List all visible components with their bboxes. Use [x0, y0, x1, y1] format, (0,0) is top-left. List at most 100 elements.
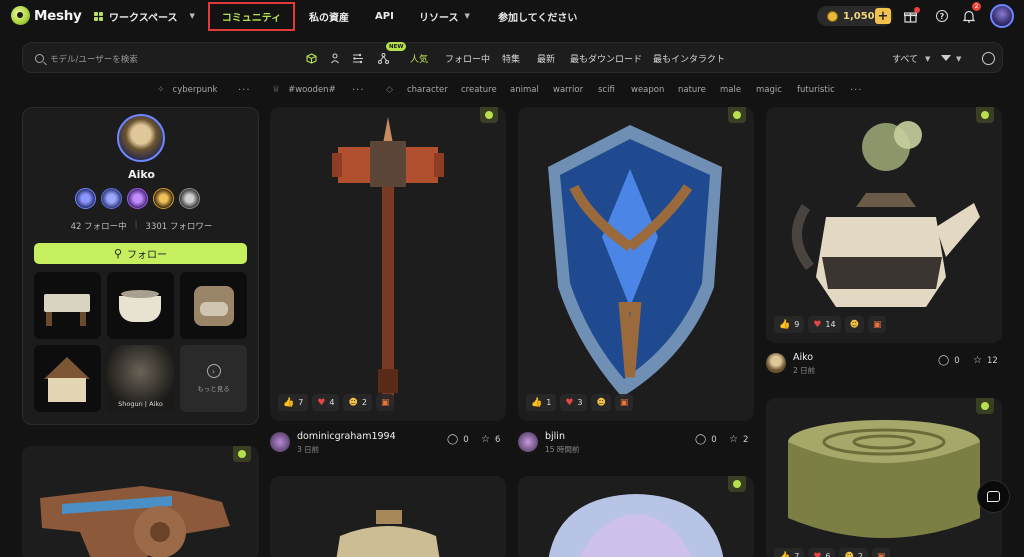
profile-name[interactable]: Aiko [23, 168, 260, 181]
gift-reaction-button[interactable]: ▣ [871, 548, 891, 557]
model-preview[interactable] [518, 107, 754, 421]
nav-api[interactable]: API [375, 0, 394, 32]
model-card[interactable] [518, 476, 754, 557]
nav-resources[interactable]: リソース ▼ [419, 0, 470, 32]
model-preview[interactable] [270, 107, 506, 421]
refresh-icon[interactable] [982, 52, 995, 65]
tab-most-interacted[interactable]: 最もインタラクト [653, 43, 725, 74]
model-card[interactable]: 👍 7 ♥ 6 ☻ 2 ▣ [766, 398, 1002, 557]
model-filter-cube-icon[interactable] [305, 52, 318, 65]
model-preview[interactable] [518, 476, 754, 557]
model-thumbnail[interactable] [34, 345, 101, 412]
tag-item[interactable]: #wooden# [288, 85, 336, 95]
see-more-button[interactable]: › もっと見る [180, 345, 247, 412]
smile-reaction-button[interactable]: ☻ [591, 394, 611, 411]
gift-reaction-button[interactable]: ▣ [375, 394, 395, 411]
tag-item[interactable]: futuristic [797, 82, 835, 98]
model-card[interactable] [22, 446, 259, 557]
comment-stat[interactable]: ◯ 0 [447, 434, 469, 445]
rigging-filter-icon[interactable] [351, 52, 364, 65]
smile-reaction-button[interactable]: ☻ [844, 316, 864, 333]
like-reaction-button[interactable]: 👍 9 [774, 316, 805, 333]
gift-reaction-button[interactable]: ▣ [614, 394, 634, 411]
profile-avatar[interactable] [117, 114, 165, 162]
comment-stat[interactable]: ◯ 0 [938, 355, 960, 366]
like-reaction-button[interactable]: 👍 7 [774, 548, 805, 557]
model-preview[interactable] [766, 107, 1002, 343]
chevron-right-icon: › [206, 364, 221, 378]
model-thumbnail[interactable] [180, 272, 247, 339]
tag-item[interactable]: magic [756, 82, 782, 98]
heart-reaction-button[interactable]: ♥ 14 [808, 316, 841, 333]
nav-my-assets[interactable]: 私の資産 [309, 0, 349, 32]
model-card[interactable]: 👍 9 ♥ 14 ☻ ▣ [766, 107, 1002, 343]
gift-icon[interactable] [902, 7, 920, 24]
heart-reaction-button[interactable]: ♥ 6 [808, 548, 836, 557]
filter-dropdown[interactable]: ▼ [941, 43, 961, 74]
tag-item[interactable]: warrior [553, 82, 583, 98]
tag-icon: ◇ [386, 85, 393, 95]
model-card[interactable]: 👍 1 ♥ 3 ☻ ▣ [518, 107, 754, 421]
tag-item[interactable]: nature [678, 82, 706, 98]
credits-display[interactable]: 1,050 + [817, 6, 893, 26]
model-thumbnail[interactable]: Shogun | Aiko [107, 345, 174, 412]
nav-join[interactable]: 参加してください [498, 0, 577, 32]
model-preview[interactable] [22, 446, 259, 557]
help-icon[interactable]: ? [934, 8, 950, 24]
tab-following[interactable]: フォロー中 [445, 43, 490, 74]
more-tags-icon[interactable]: ··· [352, 82, 365, 98]
star-stat[interactable]: ☆ 12 [973, 355, 998, 366]
author-name[interactable]: Aiko [793, 352, 813, 363]
author-name[interactable]: bjlin [545, 431, 565, 442]
tab-most-downloaded[interactable]: 最もダウンロード [570, 43, 642, 74]
heart-reaction-button[interactable]: ♥ 3 [560, 394, 588, 411]
tab-popular[interactable]: 人気 [410, 43, 428, 74]
user-avatar[interactable] [990, 4, 1014, 28]
heart-reaction-button[interactable]: ♥ 4 [312, 394, 340, 411]
author-name[interactable]: dominicgraham1994 [297, 431, 396, 442]
author-avatar[interactable] [766, 353, 786, 373]
tag-item[interactable]: creature [461, 82, 497, 98]
model-preview[interactable] [766, 398, 1002, 557]
star-count: 2 [742, 434, 749, 445]
tab-newest[interactable]: 最新 [537, 43, 555, 74]
tag-item[interactable]: weapon [631, 82, 664, 98]
scope-dropdown[interactable]: すべて ▼ [892, 43, 930, 74]
model-preview[interactable] [270, 476, 506, 557]
following-count[interactable]: 42 フォロー中 [71, 220, 127, 232]
tab-featured[interactable]: 特集 [502, 43, 520, 74]
meshy-logo[interactable]: Meshy [11, 6, 82, 25]
model-card[interactable]: 👍 7 ♥ 4 ☻ 2 ▣ [270, 107, 506, 421]
trending-icon: ✧ [157, 85, 165, 95]
more-tags-icon[interactable]: ··· [238, 82, 251, 98]
followers-count[interactable]: 3301 フォロワー [146, 220, 213, 232]
nav-workspace[interactable]: ワークスペース ▼ [94, 0, 195, 32]
author-avatar[interactable] [518, 432, 538, 452]
tag-item[interactable]: animal [510, 82, 539, 98]
node-graph-filter-icon[interactable] [377, 52, 390, 65]
tag-item[interactable]: male [720, 82, 741, 98]
smile-reaction-button[interactable]: ☻ 2 [343, 394, 372, 411]
chat-support-button[interactable] [977, 480, 1010, 513]
star-icon: ☆ [729, 434, 738, 445]
author-avatar[interactable] [270, 432, 290, 452]
more-tags-icon[interactable]: ··· [850, 82, 863, 98]
nav-community[interactable]: コミュニティ [208, 2, 295, 31]
smile-reaction-button[interactable]: ☻ 2 [839, 548, 868, 557]
search-field[interactable]: モデル/ユーザーを検索 [35, 43, 138, 74]
model-thumbnail[interactable] [34, 272, 101, 339]
comment-stat[interactable]: ◯ 0 [695, 434, 717, 445]
tag-item[interactable]: scifi [598, 82, 615, 98]
like-reaction-button[interactable]: 👍 1 [526, 394, 557, 411]
like-reaction-button[interactable]: 👍 7 [278, 394, 309, 411]
model-card[interactable] [270, 476, 506, 557]
character-filter-icon[interactable] [328, 52, 341, 65]
follow-button[interactable]: ⚲ フォロー [34, 243, 247, 264]
gift-reaction-button[interactable]: ▣ [867, 316, 887, 333]
tag-item[interactable]: character [407, 82, 448, 98]
tag-item[interactable]: cyberpunk [173, 85, 218, 95]
add-credits-button[interactable]: + [875, 8, 891, 24]
star-stat[interactable]: ☆ 2 [729, 434, 748, 445]
star-stat[interactable]: ☆ 6 [481, 434, 500, 445]
model-thumbnail[interactable] [107, 272, 174, 339]
